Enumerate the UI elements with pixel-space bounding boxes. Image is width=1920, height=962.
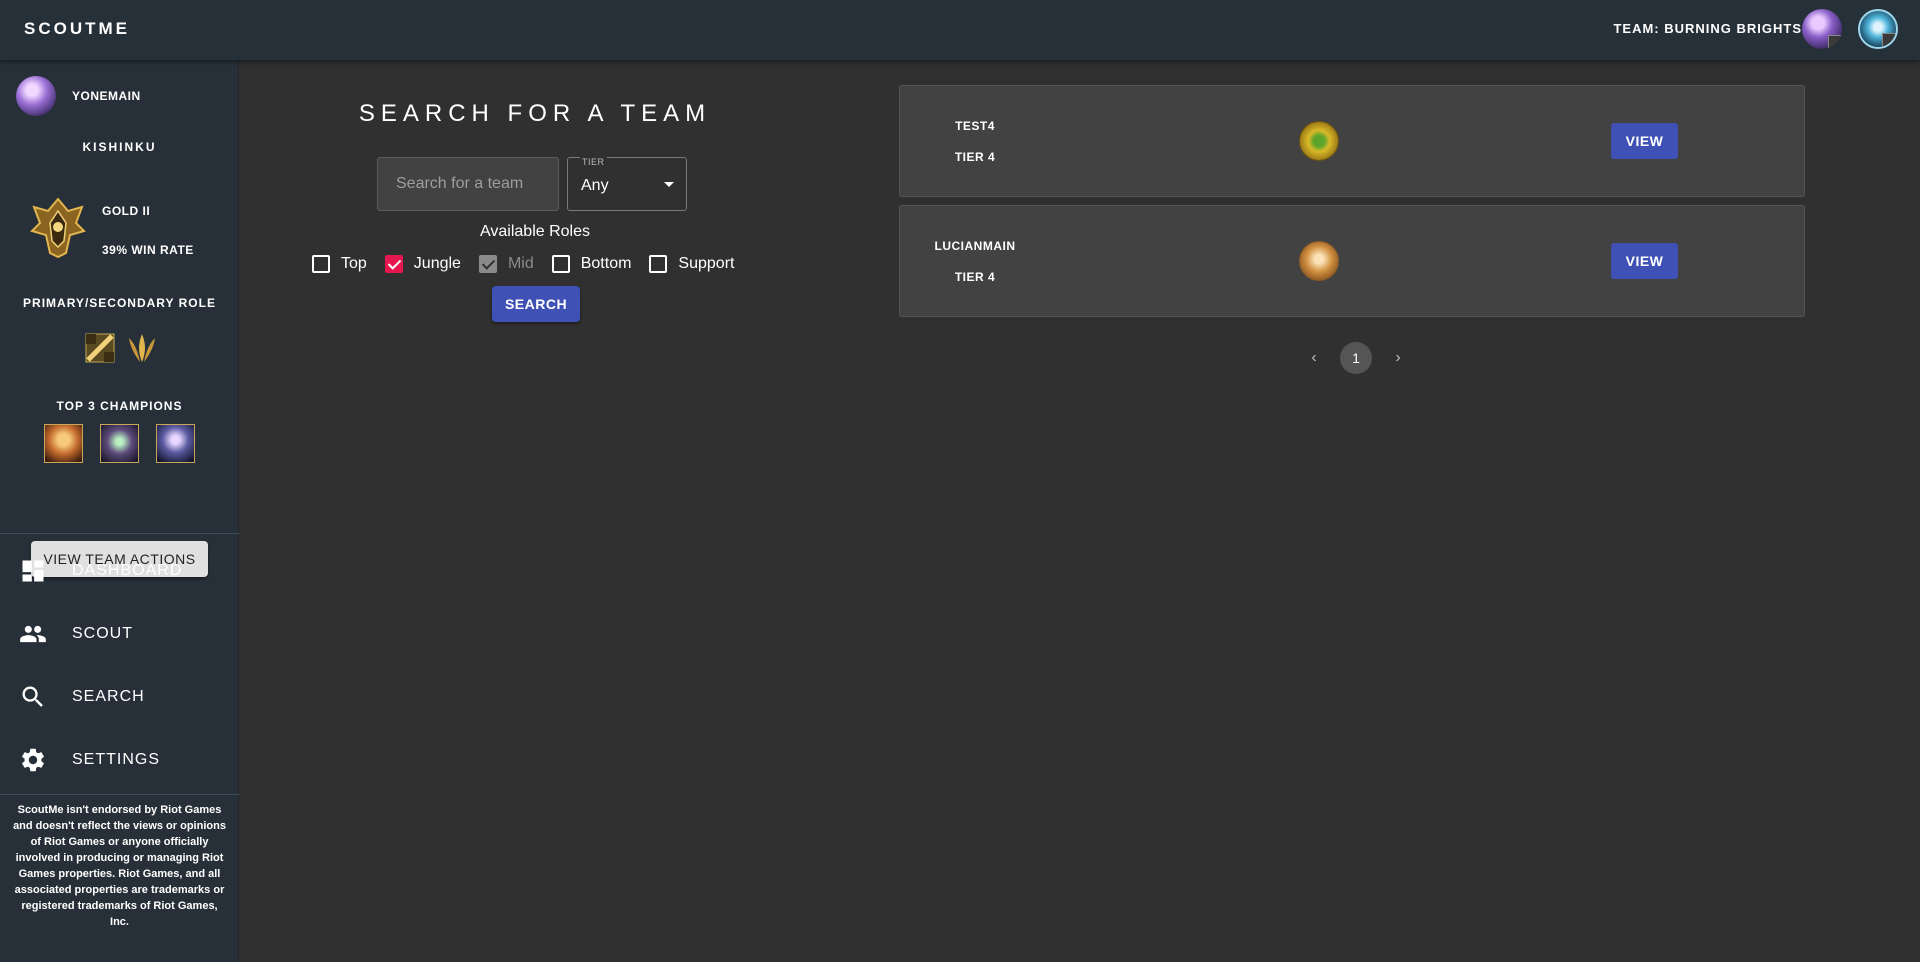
dashboard-icon <box>22 560 44 582</box>
role-label: Bottom <box>580 255 632 272</box>
role-option-mid: Mid <box>478 255 534 273</box>
top-champions <box>44 424 195 463</box>
dropdown-arrow-icon <box>664 182 674 187</box>
team-search-input[interactable] <box>377 157 559 211</box>
chevron-right-icon[interactable]: › <box>1386 342 1410 374</box>
sidebar-divider <box>0 794 239 795</box>
dog-icon <box>1299 241 1339 281</box>
rank-name: GOLD II <box>102 204 151 218</box>
role-option-bottom[interactable]: Bottom <box>551 255 632 273</box>
champion-portrait[interactable] <box>44 424 83 463</box>
nav-label: SETTINGS <box>72 751 161 768</box>
top-checkbox[interactable] <box>312 255 330 273</box>
nav-label: SEARCH <box>72 688 145 705</box>
team-avatar[interactable] <box>1858 9 1898 49</box>
brand-logo-text[interactable]: SCOUTME <box>24 19 130 39</box>
nav-item-settings[interactable]: SETTINGS <box>0 734 239 786</box>
mid-role-icon <box>85 333 115 363</box>
jungle-role-icon <box>129 334 155 362</box>
available-roles-title: Available Roles <box>480 223 590 240</box>
team-name: TEST4 <box>955 119 995 133</box>
role-label: Mid <box>507 255 534 272</box>
team-tier: TIER 4 <box>954 150 996 164</box>
champion-portrait[interactable] <box>156 424 195 463</box>
sprout-icon <box>1299 121 1339 161</box>
search-icon <box>22 686 43 707</box>
sidebar-divider <box>0 533 239 534</box>
bottom-checkbox[interactable] <box>551 255 570 273</box>
sidebar: YONEMAIN KISHINKU GOLD II 39% WIN RATE P… <box>0 60 239 962</box>
roles-title: PRIMARY/SECONDARY ROLE <box>23 296 216 310</box>
view-team-button[interactable]: VIEW <box>1611 123 1678 159</box>
user-avatar[interactable] <box>1802 9 1842 49</box>
role-option-top[interactable]: Top <box>312 255 367 273</box>
nav-item-dashboard[interactable]: DASHBOARD <box>0 545 239 597</box>
view-team-button[interactable]: VIEW <box>1611 243 1678 279</box>
page-title: SEARCH FOR A TEAM <box>358 100 712 127</box>
nav-item-search[interactable]: SEARCH <box>0 671 239 723</box>
summoner-name: KISHINKU <box>82 140 157 154</box>
username: YONEMAIN <box>72 89 141 103</box>
chevron-left-icon[interactable]: ‹ <box>1302 342 1326 374</box>
page-button-current[interactable]: 1 <box>1340 342 1372 374</box>
role-label: Jungle <box>413 255 461 272</box>
role-badge-icon <box>1828 35 1842 49</box>
role-checkboxes: Top Jungle Mid Bottom Support <box>312 254 752 274</box>
role-badge-icon <box>1882 33 1896 47</box>
mid-checkbox <box>478 255 497 273</box>
team-name: LUCIANMAIN <box>934 239 1016 253</box>
tier-select-label: TIER <box>580 157 607 167</box>
team-tier: TIER 4 <box>954 270 996 284</box>
nav-label: SCOUT <box>72 625 133 642</box>
team-result-card: LUCIANMAIN TIER 4 VIEW <box>899 205 1805 317</box>
riot-disclaimer: ScoutMe isn't endorsed by Riot Games and… <box>13 804 226 928</box>
current-team-label: TEAM: BURNING BRIGHTS <box>1613 21 1802 36</box>
people-icon <box>20 625 46 643</box>
tier-select-value: Any <box>581 177 609 194</box>
pagination: ‹ 1 › <box>1302 342 1410 374</box>
role-label: Top <box>341 255 367 272</box>
profile-avatar <box>16 76 56 116</box>
nav-label: DASHBOARD <box>72 562 183 579</box>
gold-rank-emblem-icon <box>30 197 86 259</box>
jungle-checkbox[interactable] <box>384 255 403 273</box>
tier-select[interactable]: TIER Any <box>567 157 687 211</box>
role-label: Support <box>678 255 735 272</box>
team-result-card: TEST4 TIER 4 VIEW <box>899 85 1805 197</box>
champion-portrait[interactable] <box>100 424 139 463</box>
role-option-jungle[interactable]: Jungle <box>384 255 461 273</box>
nav-item-scout[interactable]: SCOUT <box>0 608 239 660</box>
support-checkbox[interactable] <box>649 255 668 273</box>
champions-title: TOP 3 CHAMPIONS <box>56 399 183 413</box>
role-option-support[interactable]: Support <box>649 255 734 273</box>
role-icons <box>84 332 158 364</box>
search-button[interactable]: SEARCH <box>492 286 580 322</box>
win-rate: 39% WIN RATE <box>102 243 194 257</box>
gear-icon <box>22 748 44 772</box>
top-app-bar: SCOUTME TEAM: BURNING BRIGHTS <box>0 0 1920 60</box>
